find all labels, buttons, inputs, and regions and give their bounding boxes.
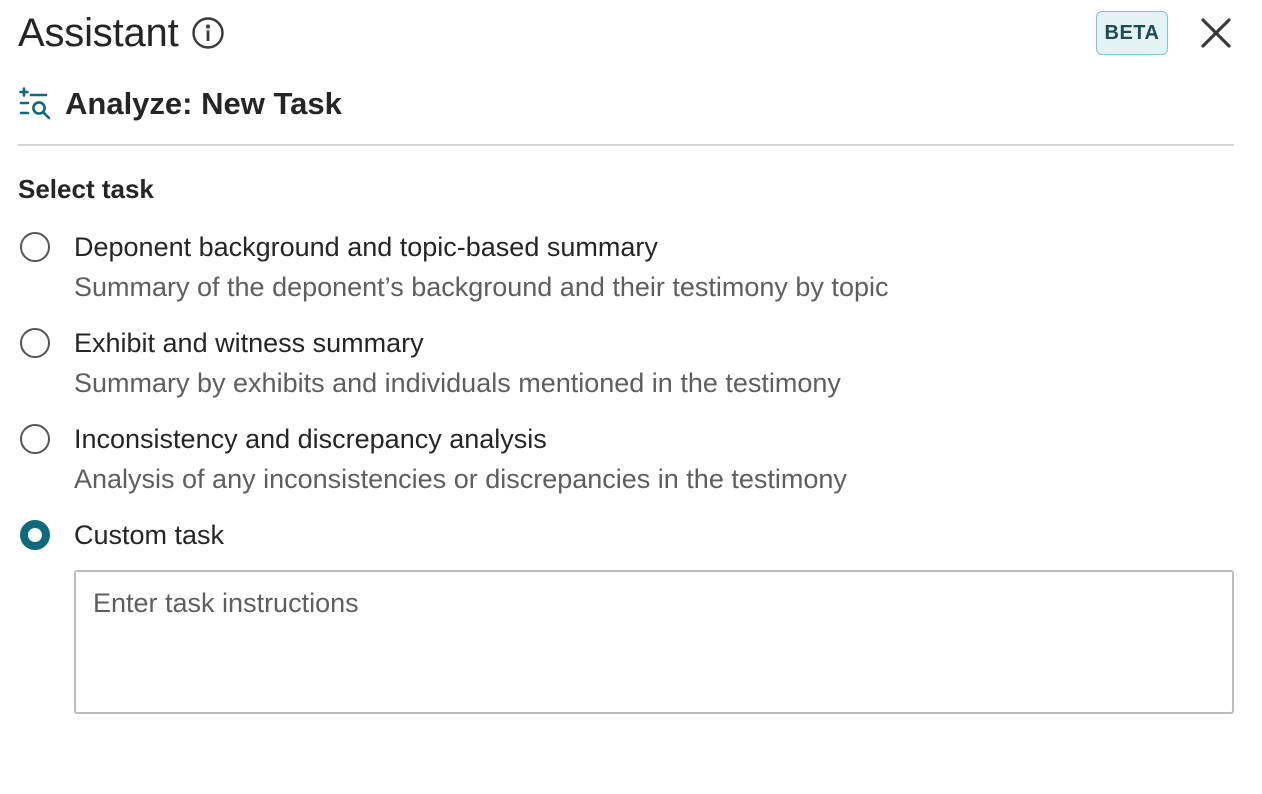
option-text: Exhibit and witness summary Summary by e…: [74, 326, 841, 400]
radio-button-selected[interactable]: [20, 520, 50, 550]
option-description: Summary by exhibits and individuals ment…: [74, 368, 841, 398]
task-title: Analyze: New Task: [65, 86, 342, 121]
task-option-custom-task[interactable]: Custom task: [20, 518, 224, 552]
option-title: Inconsistency and discrepancy analysis: [74, 424, 547, 454]
task-instructions-input[interactable]: [74, 570, 1234, 714]
close-icon: [1201, 18, 1231, 48]
beta-badge: BETA: [1096, 11, 1168, 55]
info-circle-icon[interactable]: [191, 16, 225, 50]
option-text: Inconsistency and discrepancy analysis A…: [74, 422, 847, 496]
task-header: Analyze: New Task: [18, 86, 342, 122]
close-button[interactable]: [1198, 15, 1234, 51]
option-text: Deponent background and topic-based summ…: [74, 230, 888, 304]
radio-button[interactable]: [20, 328, 50, 358]
option-title: Deponent background and topic-based summ…: [74, 232, 658, 262]
option-text: Custom task: [74, 518, 224, 552]
header-actions: BETA: [1096, 11, 1234, 55]
option-description: Summary of the deponent’s background and…: [74, 272, 889, 302]
select-task-label: Select task: [18, 174, 154, 204]
assistant-panel: Assistant BETA Analyze: New Task Select …: [0, 0, 1262, 794]
panel-title: Assistant: [18, 11, 179, 55]
radio-button[interactable]: [20, 424, 50, 454]
radio-button[interactable]: [20, 232, 50, 262]
divider: [18, 144, 1234, 146]
panel-header: Assistant BETA: [18, 8, 1234, 58]
option-title: Exhibit and witness summary: [74, 328, 424, 358]
option-title: Custom task: [74, 520, 225, 550]
task-option-inconsistency-analysis[interactable]: Inconsistency and discrepancy analysis A…: [20, 422, 847, 496]
task-option-deponent-summary[interactable]: Deponent background and topic-based summ…: [20, 230, 888, 304]
analyze-list-search-icon: [18, 86, 54, 122]
option-description: Analysis of any inconsistencies or discr…: [74, 464, 847, 494]
task-option-exhibit-witness-summary[interactable]: Exhibit and witness summary Summary by e…: [20, 326, 841, 400]
